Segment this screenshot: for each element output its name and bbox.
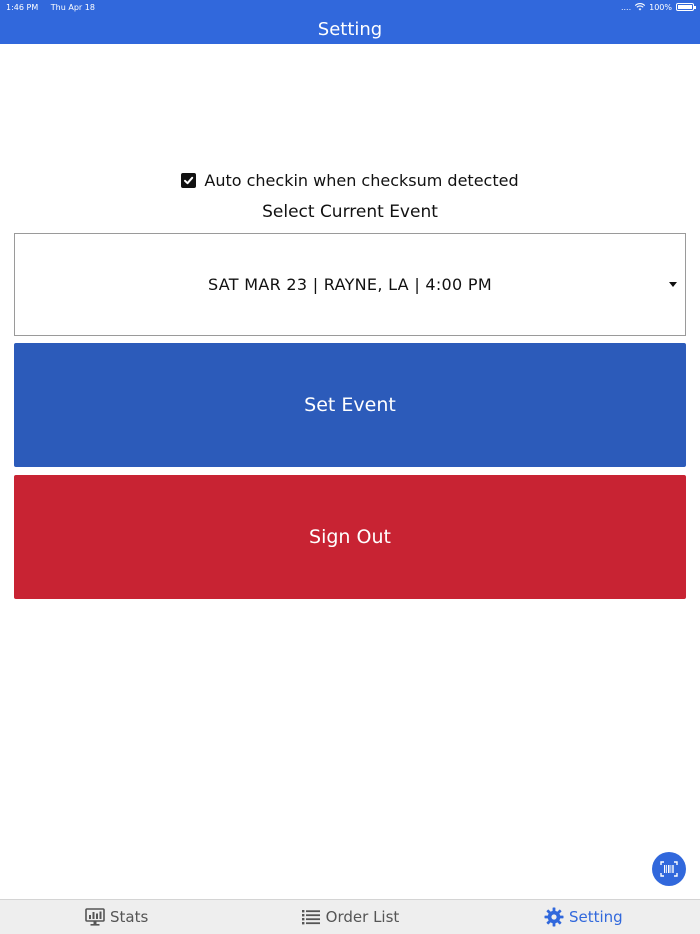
caret-down-icon: [669, 282, 677, 287]
tab-setting[interactable]: Setting: [467, 907, 700, 927]
wifi-icon: [635, 3, 646, 11]
barcode-scan-icon: [660, 861, 678, 877]
select-event-label: Select Current Event: [262, 202, 438, 222]
monitor-chart-icon: [85, 908, 105, 926]
barcode-scan-button[interactable]: [652, 852, 686, 886]
battery-percent: 100%: [649, 2, 672, 12]
event-select[interactable]: SAT MAR 23 | RAYNE, LA | 4:00 PM: [14, 233, 686, 336]
list-icon: [301, 910, 320, 925]
tab-stats-label: Stats: [110, 908, 149, 926]
tab-stats[interactable]: Stats: [0, 908, 233, 926]
gear-icon: [544, 907, 564, 927]
tab-order-list-label: Order List: [325, 908, 400, 926]
signal-dots: ....: [620, 2, 632, 12]
status-bar: 1:46 PM Thu Apr 18 .... 100%: [0, 0, 700, 14]
checkmark-icon: [184, 176, 194, 184]
status-time: 1:46 PM: [6, 2, 39, 12]
auto-checkin-checkbox[interactable]: [181, 172, 197, 188]
tab-bar: Stats Order List Setting: [0, 899, 700, 934]
tab-order-list[interactable]: Order List: [233, 908, 466, 926]
tab-setting-label: Setting: [568, 908, 623, 926]
auto-checkin-label: Auto checkin when checksum detected: [204, 170, 519, 190]
set-event-button[interactable]: Set Event: [14, 343, 686, 467]
nav-header: Setting: [0, 14, 700, 44]
status-date: Thu Apr 18: [50, 2, 95, 12]
page-title: Setting: [317, 18, 383, 40]
auto-checkin-row[interactable]: Auto checkin when checksum detected: [0, 168, 700, 192]
sign-out-button[interactable]: Sign Out: [14, 475, 686, 599]
selected-event-value: SAT MAR 23 | RAYNE, LA | 4:00 PM: [208, 275, 492, 294]
battery-icon: [676, 3, 696, 11]
